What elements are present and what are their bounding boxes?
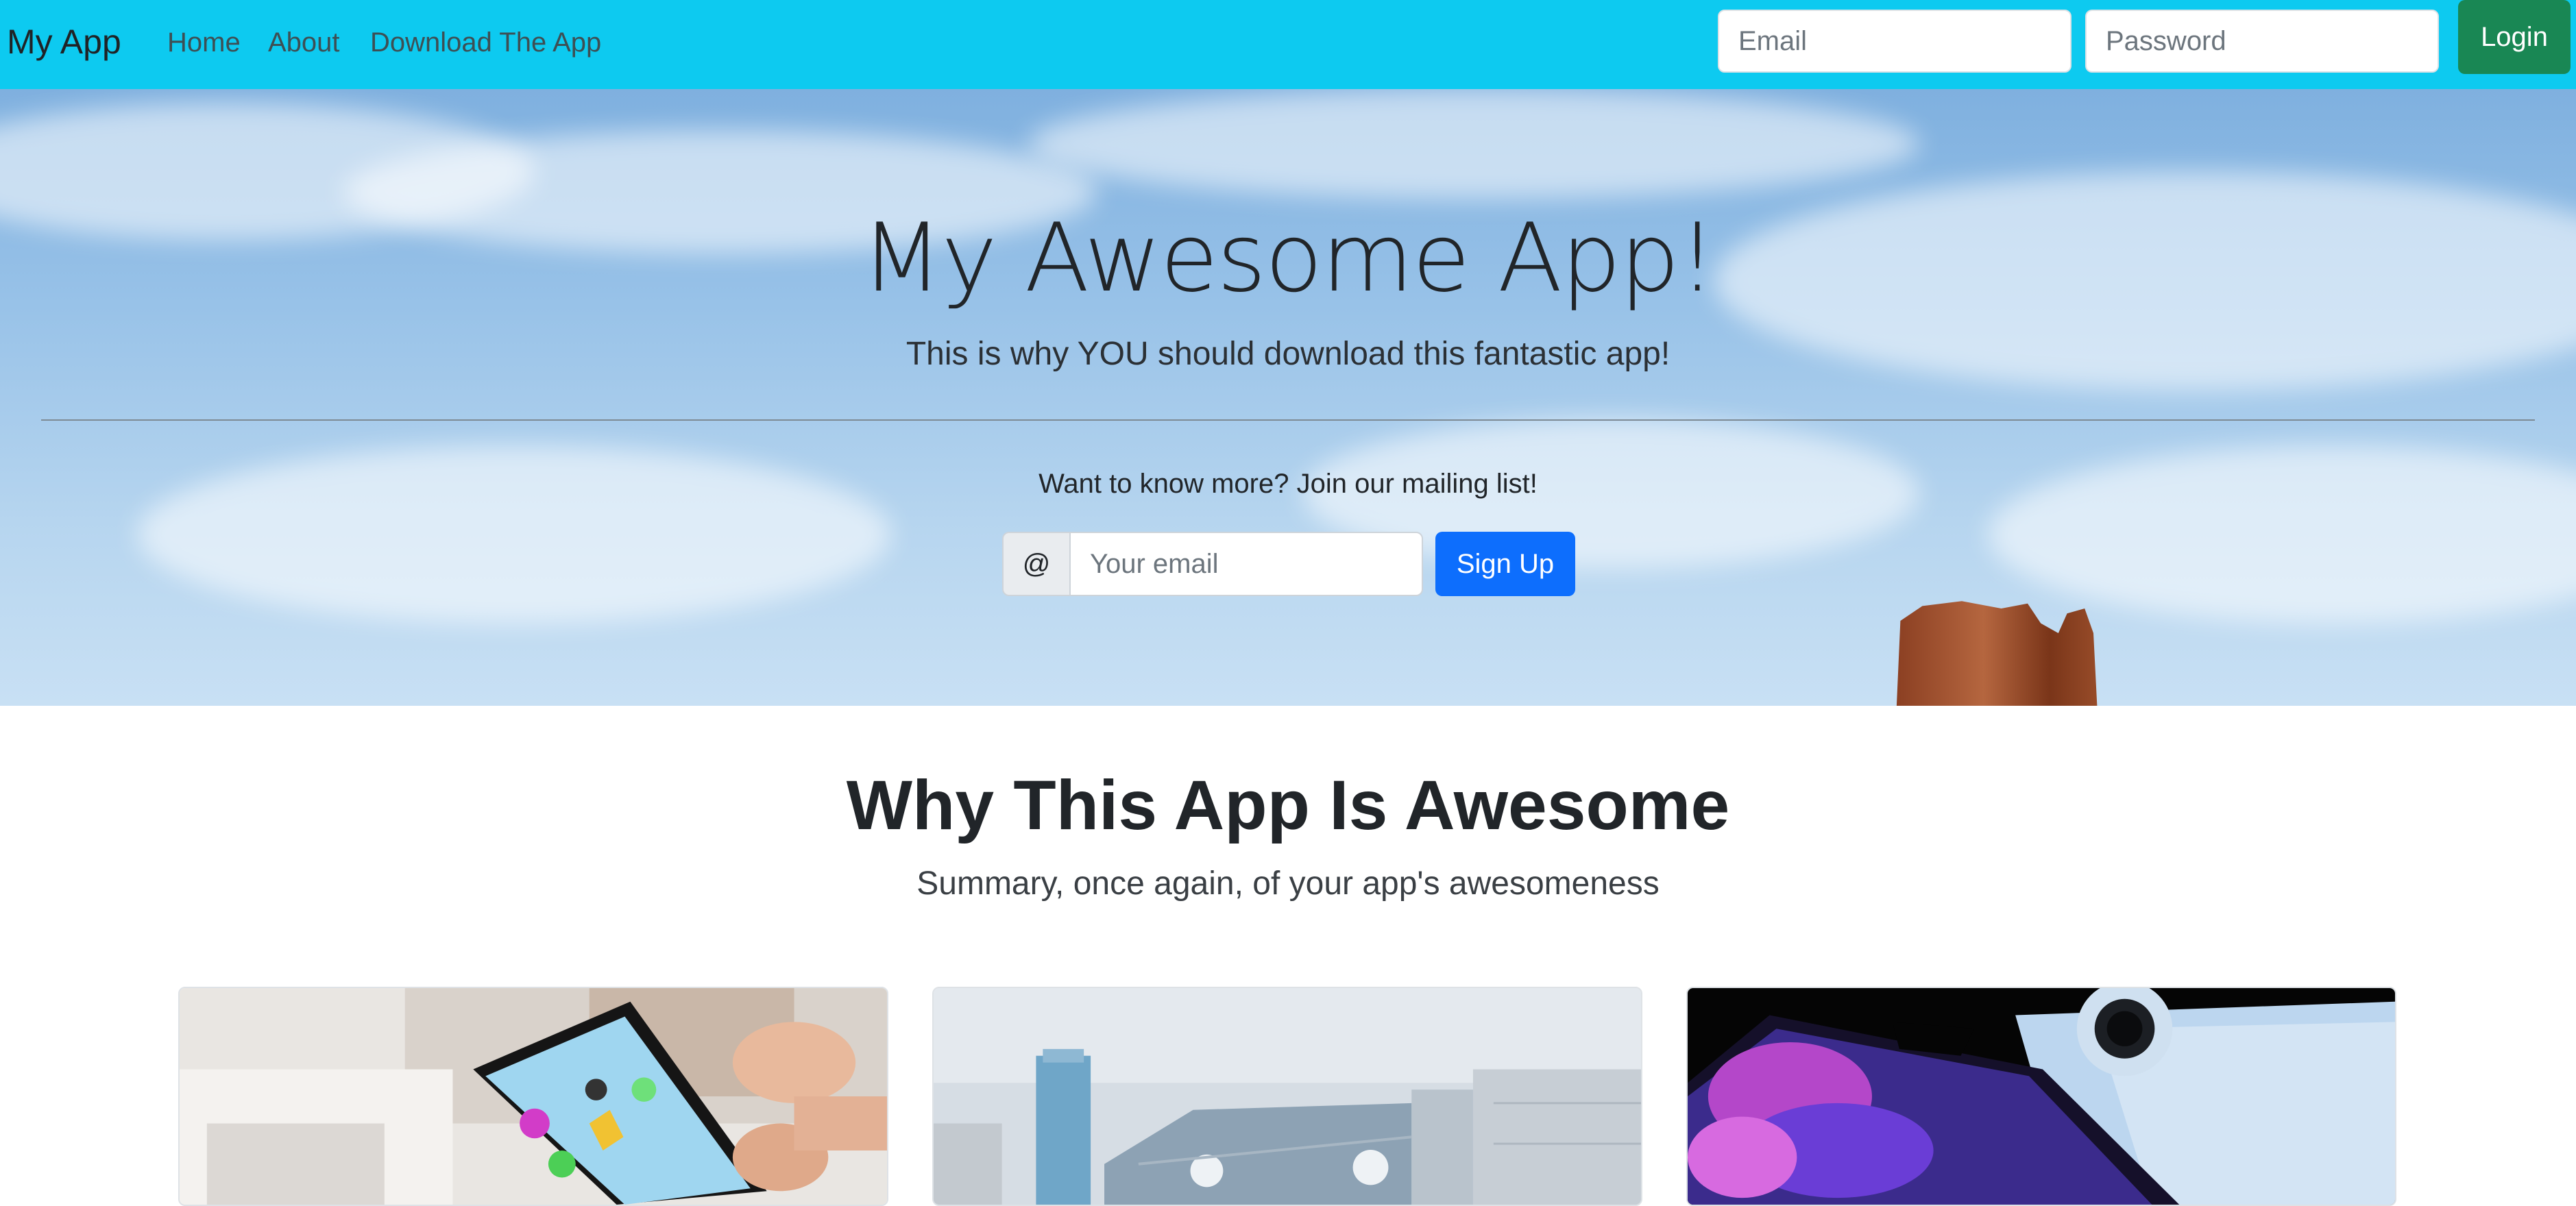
features-title: Why This App Is Awesome bbox=[846, 766, 1730, 844]
hero-background-cloud bbox=[1028, 89, 1919, 199]
features-subtitle: Summary, once again, of your app's aweso… bbox=[916, 865, 1660, 902]
feature-card bbox=[178, 987, 888, 1206]
nav-link-about[interactable]: About bbox=[268, 25, 340, 60]
login-button[interactable]: Login bbox=[2458, 0, 2571, 74]
hero-subtitle: This is why YOU should download this fan… bbox=[906, 336, 1670, 372]
hero-rock-formation bbox=[1896, 601, 2098, 706]
nav-link-home[interactable]: Home bbox=[167, 25, 241, 60]
hero-divider bbox=[41, 419, 2535, 421]
newsletter-email-input[interactable]: Your email bbox=[1069, 532, 1423, 596]
apple-store-image bbox=[934, 988, 1641, 1205]
phone-in-hand-image bbox=[180, 988, 887, 1205]
hero-section: My Awesome App! This is why YOU should d… bbox=[0, 89, 2576, 706]
navbar-brand[interactable]: My App bbox=[7, 19, 121, 64]
nav-link-download[interactable]: Download The App bbox=[370, 25, 601, 60]
hero-title: My Awesome App! bbox=[861, 203, 1716, 313]
iphone-closeup-image bbox=[1688, 988, 2395, 1205]
signup-button[interactable]: Sign Up bbox=[1435, 532, 1575, 596]
feature-card bbox=[932, 987, 1642, 1206]
at-symbol-addon: @ bbox=[1002, 532, 1071, 596]
mailing-list-text: Want to know more? Join our mailing list… bbox=[1038, 469, 1538, 499]
login-password-input[interactable]: Password bbox=[2085, 10, 2439, 73]
login-email-input[interactable]: Email bbox=[1718, 10, 2071, 73]
navbar: My App Home About Download The App Email… bbox=[0, 0, 2576, 89]
feature-card bbox=[1686, 987, 2396, 1206]
